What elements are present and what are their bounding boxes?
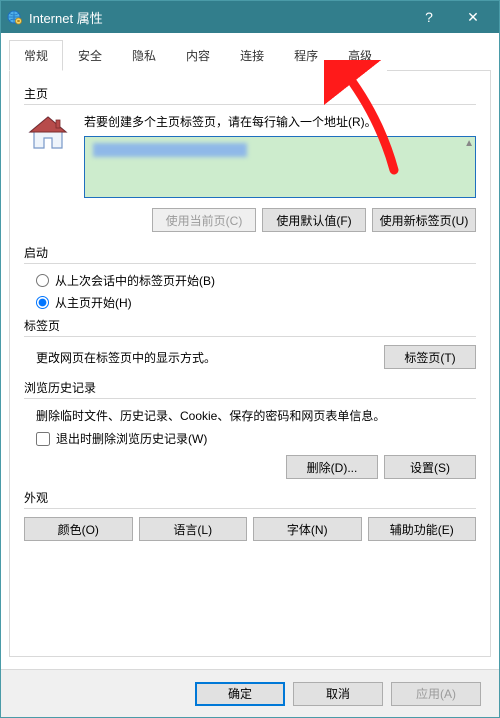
- home-instruction: 若要创建多个主页标签页，请在每行输入一个地址(R)。: [84, 113, 476, 130]
- tabs-description: 更改网页在标签页中的显示方式。: [36, 349, 216, 366]
- fonts-button[interactable]: 字体(N): [253, 517, 362, 541]
- section-label-tabs: 标签页: [24, 317, 476, 334]
- titlebar: Internet 属性 ? ✕: [1, 1, 499, 33]
- section-label-appearance: 外观: [24, 489, 476, 506]
- cancel-button[interactable]: 取消: [293, 682, 383, 706]
- tab-connections[interactable]: 连接: [225, 40, 279, 71]
- section-label-home: 主页: [24, 85, 476, 102]
- homepage-url-blurred: https://www.baidu.com: [93, 143, 247, 157]
- use-current-button: 使用当前页(C): [152, 208, 256, 232]
- section-label-startup: 启动: [24, 244, 476, 261]
- divider: [24, 508, 476, 509]
- divider: [24, 263, 476, 264]
- delete-on-exit-checkbox[interactable]: [36, 432, 50, 446]
- tab-content[interactable]: 内容: [171, 40, 225, 71]
- help-button[interactable]: ?: [407, 1, 451, 33]
- home-row: 若要创建多个主页标签页，请在每行输入一个地址(R)。 https://www.b…: [24, 113, 476, 232]
- divider: [24, 104, 476, 105]
- use-newtab-button[interactable]: 使用新标签页(U): [372, 208, 476, 232]
- apply-button: 应用(A): [391, 682, 481, 706]
- dialog-footer: 确定 取消 应用(A): [1, 669, 499, 717]
- house-icon: [24, 113, 72, 153]
- ok-button[interactable]: 确定: [195, 682, 285, 706]
- tab-advanced[interactable]: 高级: [333, 40, 387, 71]
- tab-general[interactable]: 常规: [9, 40, 63, 71]
- tab-security[interactable]: 安全: [63, 40, 117, 71]
- radio-from-home-label[interactable]: 从主页开始(H): [55, 294, 132, 311]
- colors-button[interactable]: 颜色(O): [24, 517, 133, 541]
- radio-from-last-input[interactable]: [36, 274, 49, 287]
- delete-history-button[interactable]: 删除(D)...: [286, 455, 378, 479]
- radio-from-last-label[interactable]: 从上次会话中的标签页开始(B): [55, 272, 215, 289]
- delete-on-exit-row[interactable]: 退出时删除浏览历史记录(W): [36, 430, 476, 447]
- languages-button[interactable]: 语言(L): [139, 517, 248, 541]
- divider: [24, 336, 476, 337]
- tabs-button[interactable]: 标签页(T): [384, 345, 476, 369]
- scroll-up-icon[interactable]: ▲: [464, 138, 474, 149]
- section-label-history: 浏览历史记录: [24, 379, 476, 396]
- radio-from-home-input[interactable]: [36, 296, 49, 309]
- internet-options-dialog: Internet 属性 ? ✕ 常规 安全 隐私 内容 连接 程序 高级 主页: [0, 0, 500, 718]
- delete-on-exit-label[interactable]: 退出时删除浏览历史记录(W): [56, 430, 207, 447]
- radio-from-home[interactable]: 从主页开始(H): [36, 294, 476, 311]
- homepage-url-input[interactable]: https://www.baidu.com: [84, 136, 476, 198]
- radio-from-last-session[interactable]: 从上次会话中的标签页开始(B): [36, 272, 476, 289]
- dialog-body: 常规 安全 隐私 内容 连接 程序 高级 主页 若要创: [1, 33, 499, 669]
- tab-programs[interactable]: 程序: [279, 40, 333, 71]
- divider: [24, 398, 476, 399]
- history-settings-button[interactable]: 设置(S): [384, 455, 476, 479]
- internet-options-icon: [5, 8, 23, 26]
- accessibility-button[interactable]: 辅助功能(E): [368, 517, 477, 541]
- tab-privacy[interactable]: 隐私: [117, 40, 171, 71]
- use-default-button[interactable]: 使用默认值(F): [262, 208, 366, 232]
- window-title: Internet 属性: [29, 8, 407, 27]
- history-description: 删除临时文件、历史记录、Cookie、保存的密码和网页表单信息。: [36, 407, 476, 424]
- close-button[interactable]: ✕: [451, 1, 495, 33]
- tab-strip: 常规 安全 隐私 内容 连接 程序 高级: [9, 39, 491, 71]
- general-panel: 主页 若要创建多个主页标签页，请在每行输入一个地址(R)。 https://ww…: [9, 71, 491, 657]
